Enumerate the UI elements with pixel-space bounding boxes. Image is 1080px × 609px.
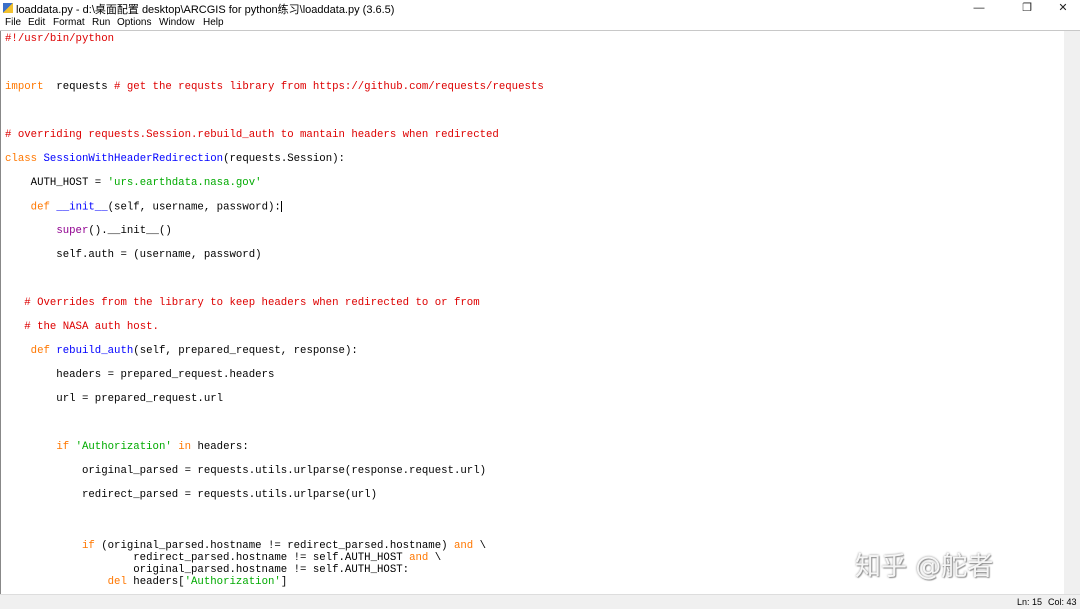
code-text: ().__init__() <box>88 225 172 237</box>
watermark: 知乎 @舵者 <box>855 552 994 582</box>
code-line: super().__init__() <box>5 225 172 237</box>
code-text: \ <box>473 540 487 552</box>
code-line: redirect_parsed.hostname != self.AUTH_HO… <box>5 552 441 564</box>
text-cursor <box>280 201 282 212</box>
code-text: url = prepared_request.url <box>5 393 224 405</box>
keyword: if <box>81 540 95 552</box>
code-line: headers = prepared_request.headers <box>5 369 274 381</box>
builtin: super <box>56 225 89 237</box>
keyword: def <box>30 201 50 214</box>
code-line: original_parsed = requests.utils.urlpars… <box>5 465 486 477</box>
code-line: def rebuild_auth(self, prepared_request,… <box>5 345 358 357</box>
window-title: loaddata.py - d:\桌面配置 desktop\ARCGIS for… <box>16 4 395 16</box>
keyword: class <box>5 153 38 165</box>
code-line: redirect_parsed = requests.utils.urlpars… <box>5 489 377 501</box>
string-literal: 'Authorization' <box>184 576 281 588</box>
vertical-scrollbar[interactable] <box>1064 31 1080 594</box>
code-text: original_parsed = requests.utils.urlpars… <box>5 465 487 477</box>
minimize-button[interactable]: — <box>962 0 996 16</box>
code-text: headers[ <box>126 576 185 588</box>
string-literal: 'urs.earthdata.nasa.gov' <box>107 177 262 189</box>
keyword: del <box>107 576 127 588</box>
code-line: if (original_parsed.hostname != redirect… <box>5 540 486 552</box>
keyword: def <box>30 345 50 357</box>
comment: # overriding requests.Session.rebuild_au… <box>5 129 499 141</box>
idle-app-icon <box>3 3 13 13</box>
code-line: import requests # get the requsts librar… <box>5 81 544 93</box>
code-text: redirect_parsed = requests.utils.urlpars… <box>5 489 377 501</box>
keyword: and <box>453 540 474 552</box>
maximize-button[interactable]: ❐ <box>1010 0 1044 16</box>
menu-format[interactable]: Format <box>53 17 85 28</box>
code-line: self.auth = (username, password) <box>5 249 262 261</box>
code-line: class SessionWithHeaderRedirection(reque… <box>5 153 345 165</box>
line-number: Ln: 15 <box>1017 597 1043 607</box>
code-text: headers: <box>191 441 249 453</box>
close-button[interactable]: ✕ <box>1046 0 1080 16</box>
code-line: # the NASA auth host. <box>5 321 159 333</box>
code-text: (requests.Session): <box>223 153 345 165</box>
code-line: # Overrides from the library to keep hea… <box>5 297 480 309</box>
definition-name: SessionWithHeaderRedirection <box>43 153 224 165</box>
code-line: # overriding requests.Session.rebuild_au… <box>5 129 499 141</box>
code-line: del headers['Authorization'] <box>5 576 288 588</box>
code-text: (self, username, password): <box>107 201 281 214</box>
column-number: Col: 43 <box>1048 597 1077 607</box>
title-bar: loaddata.py - d:\桌面配置 desktop\ARCGIS for… <box>0 0 1080 16</box>
menu-help[interactable]: Help <box>203 17 224 28</box>
code-line: url = prepared_request.url <box>5 393 223 405</box>
menu-edit[interactable]: Edit <box>28 17 45 28</box>
code-text: requests <box>43 81 115 93</box>
string-literal: 'Authorization' <box>75 441 172 453</box>
definition-name: __init__ <box>56 201 108 214</box>
definition-name: rebuild_auth <box>56 345 134 357</box>
comment: #!/usr/bin/python <box>5 33 115 45</box>
keyword: if <box>56 441 70 453</box>
keyword: and <box>409 552 429 564</box>
keyword: import <box>5 81 44 93</box>
code-text: headers = prepared_request.headers <box>5 369 275 381</box>
comment: # Overrides from the library to keep hea… <box>24 297 480 309</box>
code-text: self.auth = (username, password) <box>5 249 262 261</box>
code-line: #!/usr/bin/python <box>5 33 114 45</box>
comment: # the NASA auth host. <box>24 321 159 333</box>
status-bar: Ln: 15 Col: 43 <box>0 594 1080 609</box>
menu-run[interactable]: Run <box>92 17 110 28</box>
code-text: (self, prepared_request, response): <box>133 345 358 357</box>
code-text: AUTH_HOST = <box>5 177 108 189</box>
code-line: def __init__(self, username, password): <box>5 201 282 213</box>
menu-window[interactable]: Window <box>159 17 195 28</box>
code-line: if 'Authorization' in headers: <box>5 441 249 453</box>
code-text: (original_parsed.hostname != redirect_pa… <box>94 540 454 552</box>
code-text: original_parsed.hostname != self.AUTH_HO… <box>5 564 410 576</box>
code-editor[interactable]: #!/usr/bin/python import requests # get t… <box>0 31 1065 594</box>
code-line: original_parsed.hostname != self.AUTH_HO… <box>5 564 409 576</box>
code-line: AUTH_HOST = 'urs.earthdata.nasa.gov' <box>5 177 262 189</box>
keyword: in <box>178 441 192 453</box>
code-text: ] <box>280 576 288 588</box>
code-text: \ <box>428 552 442 564</box>
code-text: redirect_parsed.hostname != self.AUTH_HO… <box>5 552 410 564</box>
menu-bar: File Edit Format Run Options Window Help <box>0 16 1080 31</box>
menu-options[interactable]: Options <box>117 17 151 28</box>
comment: # get the requsts library from https://g… <box>114 81 544 93</box>
menu-file[interactable]: File <box>5 17 21 28</box>
